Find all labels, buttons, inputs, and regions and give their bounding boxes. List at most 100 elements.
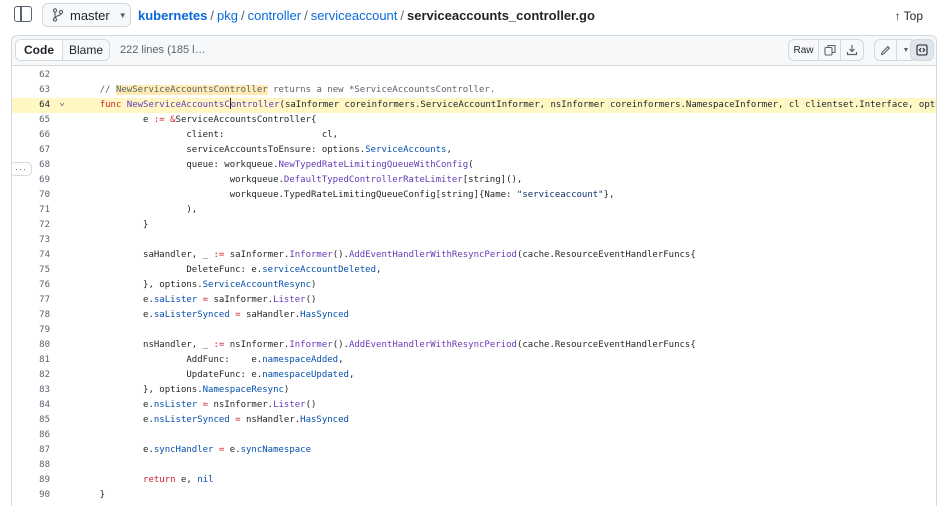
code-line[interactable]: 79 xyxy=(12,323,936,338)
code-line[interactable]: 72 } xyxy=(12,218,936,233)
code-text: e.syncHandler = e.syncNamespace xyxy=(78,445,312,455)
line-number[interactable]: 78 xyxy=(34,308,50,323)
code-text: }, options.ServiceAccountResync) xyxy=(78,280,317,290)
code-text: AddFunc: e.namespaceAdded, xyxy=(78,355,344,365)
code-line[interactable]: 63 // NewServiceAccountsController retur… xyxy=(12,83,936,98)
line-number[interactable]: 62 xyxy=(34,68,50,83)
breadcrumb-serviceaccount-link[interactable]: serviceaccount xyxy=(311,8,398,23)
line-number[interactable]: 88 xyxy=(34,458,50,473)
code-line[interactable]: 89 return e, nil xyxy=(12,473,936,488)
line-number[interactable]: 80 xyxy=(34,338,50,353)
fold-chevron-icon[interactable]: ⌄ xyxy=(59,95,65,110)
code-text: return e, nil xyxy=(143,475,214,485)
code-text: e.nsLister = nsInformer.Lister() xyxy=(78,400,317,410)
tab-code[interactable]: Code xyxy=(16,40,63,60)
code-line[interactable]: 77 e.saLister = saInformer.Lister() xyxy=(12,293,936,308)
line-number[interactable]: 89 xyxy=(34,473,50,488)
download-icon xyxy=(846,45,858,56)
raw-actions-group: Raw xyxy=(788,39,864,61)
code-line[interactable]: 68 queue: workqueue.NewTypedRateLimiting… xyxy=(12,158,936,173)
sidebar-expand-icon[interactable] xyxy=(14,6,32,22)
code-line[interactable]: 62 xyxy=(12,68,936,83)
line-number[interactable]: 87 xyxy=(34,443,50,458)
code-line[interactable]: 84 e.nsLister = nsInformer.Lister() xyxy=(12,398,936,413)
code-line[interactable]: 81 AddFunc: e.namespaceAdded, xyxy=(12,353,936,368)
back-to-top-link[interactable]: ↑ Top xyxy=(895,9,923,23)
file-line-count: 222 lines (185 l… xyxy=(120,44,206,56)
code-view[interactable]: ··· 62 63 // NewServiceAccountsController… xyxy=(11,65,937,506)
code-line[interactable]: 73 xyxy=(12,233,936,248)
line-number[interactable]: 74 xyxy=(34,248,50,263)
line-number[interactable]: 73 xyxy=(34,233,50,248)
branch-selector[interactable]: master ▼ xyxy=(42,3,131,27)
line-number[interactable]: 85 xyxy=(34,413,50,428)
line-number[interactable]: 86 xyxy=(34,428,50,443)
line-number[interactable]: 84 xyxy=(34,398,50,413)
code-text: } xyxy=(78,220,149,230)
symbols-panel-button[interactable] xyxy=(910,39,934,61)
code-line[interactable]: 80 nsHandler, _ := nsInformer.Informer()… xyxy=(12,338,936,353)
code-text: func NewServiceAccountsController(saInfo… xyxy=(99,98,937,110)
line-number[interactable]: 69 xyxy=(34,173,50,188)
download-raw-button[interactable] xyxy=(841,40,863,60)
code-text: queue: workqueue.NewTypedRateLimitingQue… xyxy=(78,160,474,170)
code-line[interactable]: 83 }, options.NamespaceResync) xyxy=(12,383,936,398)
breadcrumb-separator: / xyxy=(400,8,405,23)
code-line[interactable]: 75 DeleteFunc: e.serviceAccountDeleted, xyxy=(12,263,936,278)
line-number[interactable]: 72 xyxy=(34,218,50,233)
breadcrumb-pkg-link[interactable]: pkg xyxy=(217,8,238,23)
line-number[interactable]: 71 xyxy=(34,203,50,218)
line-number[interactable]: 63 xyxy=(34,83,50,98)
code-text: } xyxy=(78,490,106,500)
line-number[interactable]: 82 xyxy=(34,368,50,383)
line-number[interactable]: 79 xyxy=(34,323,50,338)
line-number[interactable]: 67 xyxy=(34,143,50,158)
branch-name: master xyxy=(70,7,110,23)
code-text: workqueue.TypedRateLimitingQueueConfig[s… xyxy=(78,190,615,200)
code-line[interactable]: 70 workqueue.TypedRateLimitingQueueConfi… xyxy=(12,188,936,203)
line-number[interactable]: 66 xyxy=(34,128,50,143)
breadcrumb-separator: / xyxy=(240,8,245,23)
code-line[interactable]: 66 client: cl, xyxy=(12,128,936,143)
code-line[interactable]: 64 ⌄ func NewServiceAccountsController(sa… xyxy=(12,95,937,113)
file-header: Code Blame 222 lines (185 l… Raw ▼ xyxy=(11,35,937,65)
file-nav-bar: master ▼ kubernetes / pkg / controller / servi… xyxy=(0,0,945,30)
arrow-up-icon: ↑ xyxy=(894,9,901,23)
breadcrumb: kubernetes / pkg / controller / serviceaccount… xyxy=(138,8,595,23)
code-text: DeleteFunc: e.serviceAccountDeleted, xyxy=(78,265,382,275)
breadcrumb-controller-link[interactable]: controller xyxy=(248,8,301,23)
line-number[interactable]: 81 xyxy=(34,353,50,368)
view-mode-toggle: Code Blame xyxy=(15,39,110,61)
code-line[interactable]: 85 e.nsListerSynced = nsHandler.HasSynce… xyxy=(12,413,936,428)
line-number[interactable]: 75 xyxy=(34,263,50,278)
code-text: e.nsListerSynced = nsHandler.HasSynced xyxy=(78,415,349,425)
code-line[interactable]: 69 workqueue.DefaultTypedControllerRateL… xyxy=(12,173,936,188)
code-text: e.saLister = saInformer.Lister() xyxy=(78,295,317,305)
edit-file-button[interactable] xyxy=(875,40,897,60)
line-number[interactable]: 64 xyxy=(34,98,50,113)
raw-button[interactable]: Raw xyxy=(789,40,819,60)
tab-blame[interactable]: Blame xyxy=(63,40,109,60)
code-line[interactable]: 76 }, options.ServiceAccountResync) xyxy=(12,278,936,293)
code-line[interactable]: 65 e := &ServiceAccountsController{ xyxy=(12,113,936,128)
code-line[interactable]: 78 e.saListerSynced = saHandler.HasSynce… xyxy=(12,308,936,323)
code-line[interactable]: 87 e.syncHandler = e.syncNamespace xyxy=(12,443,936,458)
line-number[interactable]: 76 xyxy=(34,278,50,293)
line-number[interactable]: 68 xyxy=(34,158,50,173)
line-number[interactable]: 83 xyxy=(34,383,50,398)
code-line[interactable]: 71 ), xyxy=(12,203,936,218)
copy-raw-button[interactable] xyxy=(819,40,841,60)
code-line[interactable]: 74 saHandler, _ := saInformer.Informer()… xyxy=(12,248,936,263)
pencil-icon xyxy=(880,45,891,55)
code-line[interactable]: 88 xyxy=(12,458,936,473)
code-line[interactable]: 67 serviceAccountsToEnsure: options.Serv… xyxy=(12,143,936,158)
code-line[interactable]: 82 UpdateFunc: e.namespaceUpdated, xyxy=(12,368,936,383)
line-number[interactable]: 65 xyxy=(34,113,50,128)
breadcrumb-repo-link[interactable]: kubernetes xyxy=(138,8,207,23)
line-number[interactable]: 70 xyxy=(34,188,50,203)
line-number[interactable]: 90 xyxy=(34,488,50,503)
line-number[interactable]: 77 xyxy=(34,293,50,308)
code-line[interactable]: 86 xyxy=(12,428,936,443)
code-line[interactable]: 90 } xyxy=(12,488,936,503)
code-text: ), xyxy=(78,205,198,215)
